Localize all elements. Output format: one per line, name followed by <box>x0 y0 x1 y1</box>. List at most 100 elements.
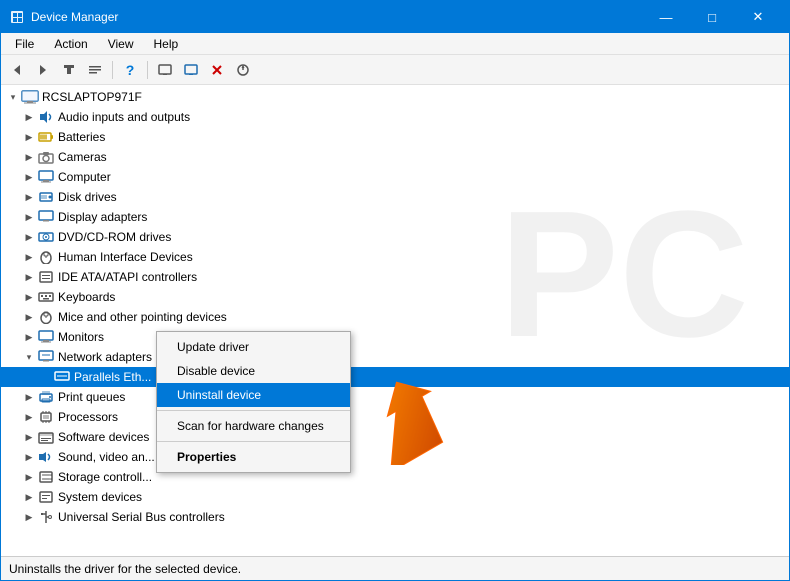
usb-expander[interactable]: ▶ <box>21 509 37 525</box>
system-expander[interactable]: ▶ <box>21 489 37 505</box>
usb-label: Universal Serial Bus controllers <box>58 510 225 524</box>
title-bar: Device Manager — □ ✕ <box>1 1 789 33</box>
menu-file[interactable]: File <box>5 35 44 53</box>
help-toolbar-btn[interactable]: ? <box>118 58 142 82</box>
window-icon <box>9 9 25 25</box>
tree-root[interactable]: ▾ RCSLAPTOP971F <box>1 87 789 107</box>
tree-item-keyboards[interactable]: ▶ Keyboards <box>1 287 789 307</box>
toolbar: ? <box>1 55 789 85</box>
ide-icon <box>37 269 55 285</box>
forward-button[interactable] <box>31 58 55 82</box>
storage-label: Storage controll... <box>58 470 152 484</box>
context-uninstall-device[interactable]: Uninstall device <box>157 383 350 407</box>
audio-icon <box>37 109 55 125</box>
display2-toolbar-btn[interactable] <box>179 58 203 82</box>
ide-expander[interactable]: ▶ <box>21 269 37 285</box>
window-title: Device Manager <box>31 10 643 24</box>
batteries-expander[interactable]: ▶ <box>21 129 37 145</box>
software-expander[interactable]: ▶ <box>21 429 37 445</box>
computer-icon <box>21 89 39 105</box>
tree-item-monitors[interactable]: ▶ Monitors <box>1 327 789 347</box>
tree-item-cameras[interactable]: ▶ Cameras <box>1 147 789 167</box>
menu-view[interactable]: View <box>98 35 144 53</box>
monitors-expander[interactable]: ▶ <box>21 329 37 345</box>
camera-icon <box>37 149 55 165</box>
storage-expander[interactable]: ▶ <box>21 469 37 485</box>
keyboards-label: Keyboards <box>58 290 115 304</box>
tree-item-mice[interactable]: ▶ Mice and other pointing devices <box>1 307 789 327</box>
dvd-label: DVD/CD-ROM drives <box>58 230 171 244</box>
dvd-expander[interactable]: ▶ <box>21 229 37 245</box>
status-bar: Uninstalls the driver for the selected d… <box>1 556 789 580</box>
network-expander[interactable]: ▾ <box>21 349 37 365</box>
context-separator-1 <box>157 410 350 411</box>
usb-icon <box>37 509 55 525</box>
print-expander[interactable]: ▶ <box>21 389 37 405</box>
delete-toolbar-btn[interactable] <box>205 58 229 82</box>
back-button[interactable] <box>5 58 29 82</box>
software-icon <box>37 429 55 445</box>
monitors-icon <box>37 329 55 345</box>
processors-icon <box>37 409 55 425</box>
menu-bar: File Action View Help <box>1 33 789 55</box>
hid-expander[interactable]: ▶ <box>21 249 37 265</box>
print-label: Print queues <box>58 390 125 404</box>
tree-item-ide[interactable]: ▶ IDE ATA/ATAPI controllers <box>1 267 789 287</box>
cameras-expander[interactable]: ▶ <box>21 149 37 165</box>
display-expander[interactable]: ▶ <box>21 209 37 225</box>
context-update-driver[interactable]: Update driver <box>157 335 350 359</box>
tree-item-dvd[interactable]: ▶ DVD/CD-ROM drives <box>1 227 789 247</box>
context-menu: Update driver Disable device Uninstall d… <box>156 331 351 473</box>
up-button[interactable] <box>57 58 81 82</box>
hid-label: Human Interface Devices <box>58 250 193 264</box>
system-label: System devices <box>58 490 142 504</box>
status-text: Uninstalls the driver for the selected d… <box>9 562 241 576</box>
context-disable-device[interactable]: Disable device <box>157 359 350 383</box>
tree-item-network[interactable]: ▾ Network adapters <box>1 347 789 367</box>
tree-item-disk[interactable]: ▶ Disk drives <box>1 187 789 207</box>
parallels-icon <box>53 369 71 385</box>
mice-expander[interactable]: ▶ <box>21 309 37 325</box>
menu-action[interactable]: Action <box>44 35 97 53</box>
tree-item-system[interactable]: ▶ System devices <box>1 487 789 507</box>
tree-item-hid[interactable]: ▶ Human Interface Devices <box>1 247 789 267</box>
sound-expander[interactable]: ▶ <box>21 449 37 465</box>
network-label: Network adapters <box>58 350 152 364</box>
dvd-icon <box>37 229 55 245</box>
keyboard-icon <box>37 289 55 305</box>
context-properties[interactable]: Properties <box>157 445 350 469</box>
toolbar-separator-2 <box>147 61 148 79</box>
network-icon <box>37 349 55 365</box>
tree-item-batteries[interactable]: ▶ Batteries <box>1 127 789 147</box>
audio-expander[interactable]: ▶ <box>21 109 37 125</box>
close-button[interactable]: ✕ <box>735 1 781 33</box>
processors-expander[interactable]: ▶ <box>21 409 37 425</box>
monitors-label: Monitors <box>58 330 104 344</box>
tree-item-storage[interactable]: ▶ Storage controll... <box>1 467 789 487</box>
sound-label: Sound, video an... <box>58 450 155 464</box>
batteries-label: Batteries <box>58 130 105 144</box>
display-label: Display adapters <box>58 210 147 224</box>
disk-expander[interactable]: ▶ <box>21 189 37 205</box>
properties-toolbar-btn[interactable] <box>83 58 107 82</box>
computer-expander[interactable]: ▶ <box>21 169 37 185</box>
display-toolbar-btn[interactable] <box>153 58 177 82</box>
disk-label: Disk drives <box>58 190 117 204</box>
tree-item-audio[interactable]: ▶ Audio inputs and outputs <box>1 107 789 127</box>
keyboards-expander[interactable]: ▶ <box>21 289 37 305</box>
tree-item-computer[interactable]: ▶ Computer <box>1 167 789 187</box>
parallels-label: Parallels Eth... <box>74 370 151 384</box>
maximize-button[interactable]: □ <box>689 1 735 33</box>
storage-icon <box>37 469 55 485</box>
tree-item-display[interactable]: ▶ Display adapters <box>1 207 789 227</box>
root-expander[interactable]: ▾ <box>5 89 21 105</box>
computer-item-icon <box>37 169 55 185</box>
tree-item-usb[interactable]: ▶ Universal Serial Bus controllers <box>1 507 789 527</box>
menu-help[interactable]: Help <box>144 35 189 53</box>
scan-toolbar-btn[interactable] <box>231 58 255 82</box>
context-scan-changes[interactable]: Scan for hardware changes <box>157 414 350 438</box>
minimize-button[interactable]: — <box>643 1 689 33</box>
disk-icon <box>37 189 55 205</box>
device-tree[interactable]: PC ▾ RCSLAPTOP971F ▶ <box>1 85 789 556</box>
processors-label: Processors <box>58 410 118 424</box>
